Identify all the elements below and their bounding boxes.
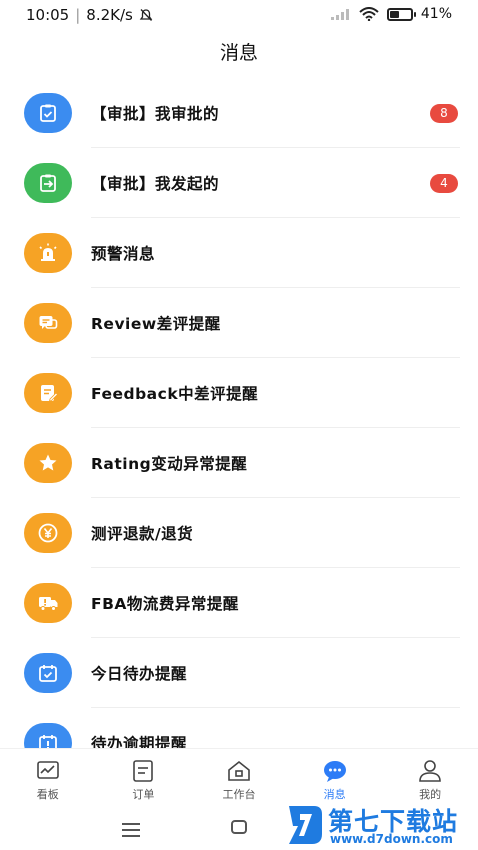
message-item-rating[interactable]: Rating变动异常提醒 — [0, 428, 478, 498]
status-time: 10:05 — [26, 6, 70, 24]
mute-bell-icon — [139, 9, 153, 21]
profile-person-icon — [419, 760, 441, 782]
message-label: FBA物流费异常提醒 — [91, 595, 239, 613]
home-button[interactable] — [231, 820, 247, 834]
message-item-feedback[interactable]: Feedback中差评提醒 — [0, 358, 478, 428]
watermark-logo-icon — [289, 806, 322, 844]
orders-list-icon — [133, 760, 154, 782]
battery-icon — [386, 7, 416, 21]
workbench-home-icon — [228, 760, 250, 781]
watermark: 第七下载站 www.d7down.com — [282, 800, 478, 850]
review-chat-icon — [24, 303, 72, 343]
overdue-calendar-icon — [24, 723, 72, 748]
message-item-overdue-todo[interactable]: 待办逾期提醒 — [0, 708, 478, 748]
status-net-speed: 8.2K/s — [86, 6, 133, 24]
message-label: 待办逾期提醒 — [91, 735, 188, 748]
status-left: 10:05 | 8.2K/s — [26, 6, 153, 24]
message-bubble-icon — [323, 761, 346, 782]
status-separator: | — [75, 6, 81, 24]
tab-profile[interactable]: 我的 — [382, 749, 478, 802]
message-item-refund[interactable]: 测评退款/退货 — [0, 498, 478, 568]
tab-dashboard[interactable]: 看板 — [0, 749, 96, 802]
refund-yen-icon — [24, 513, 72, 553]
bottom-tab-bar: 看板 订单 工作台 消息 我的 — [0, 748, 478, 802]
message-item-initiated-approvals[interactable]: 【审批】我发起的 4 — [0, 148, 478, 218]
message-label: Feedback中差评提醒 — [91, 385, 259, 403]
message-item-alerts[interactable]: 预警消息 — [0, 218, 478, 288]
feedback-note-icon — [24, 373, 72, 413]
tab-label: 工作台 — [222, 788, 256, 801]
message-list[interactable]: 【审批】我审批的 8 【审批】我发起的 4 预警消息 Review差评提醒 Fe… — [0, 78, 478, 748]
message-label: 测评退款/退货 — [91, 525, 194, 543]
message-label: Review差评提醒 — [91, 315, 221, 333]
rating-star-icon — [24, 443, 72, 483]
message-item-fba[interactable]: FBA物流费异常提醒 — [0, 568, 478, 638]
fba-truck-icon — [24, 583, 72, 623]
tab-orders[interactable]: 订单 — [96, 749, 192, 802]
battery-percent: 41% — [420, 6, 452, 22]
status-right: 41% — [330, 6, 452, 22]
tab-workbench[interactable]: 工作台 — [191, 749, 287, 802]
alarm-light-icon — [24, 233, 72, 273]
unread-badge: 8 — [430, 104, 458, 123]
message-item-review[interactable]: Review差评提醒 — [0, 288, 478, 358]
tab-label: 看板 — [36, 788, 59, 801]
status-bar: 10:05 | 8.2K/s 41% — [0, 0, 478, 30]
message-label: 预警消息 — [91, 245, 156, 263]
message-label: 【审批】我发起的 — [91, 175, 220, 193]
message-label: Rating变动异常提醒 — [91, 455, 248, 473]
page-title: 消息 — [219, 42, 258, 64]
tab-label: 订单 — [132, 788, 155, 801]
signal-icon — [330, 9, 349, 20]
dashboard-chart-icon — [36, 761, 59, 779]
tab-messages[interactable]: 消息 — [287, 749, 383, 802]
wifi-icon — [359, 7, 379, 21]
recent-apps-button[interactable] — [122, 823, 140, 841]
message-item-my-approvals[interactable]: 【审批】我审批的 8 — [0, 78, 478, 148]
message-label: 【审批】我审批的 — [91, 105, 220, 123]
initiated-approval-icon — [24, 163, 72, 203]
message-item-today-todo[interactable]: 今日待办提醒 — [0, 638, 478, 708]
approval-clipboard-icon — [24, 93, 72, 133]
todo-calendar-icon — [24, 653, 72, 693]
watermark-url: www.d7down.com — [330, 832, 453, 846]
message-label: 今日待办提醒 — [91, 665, 188, 683]
unread-badge: 4 — [430, 174, 458, 193]
